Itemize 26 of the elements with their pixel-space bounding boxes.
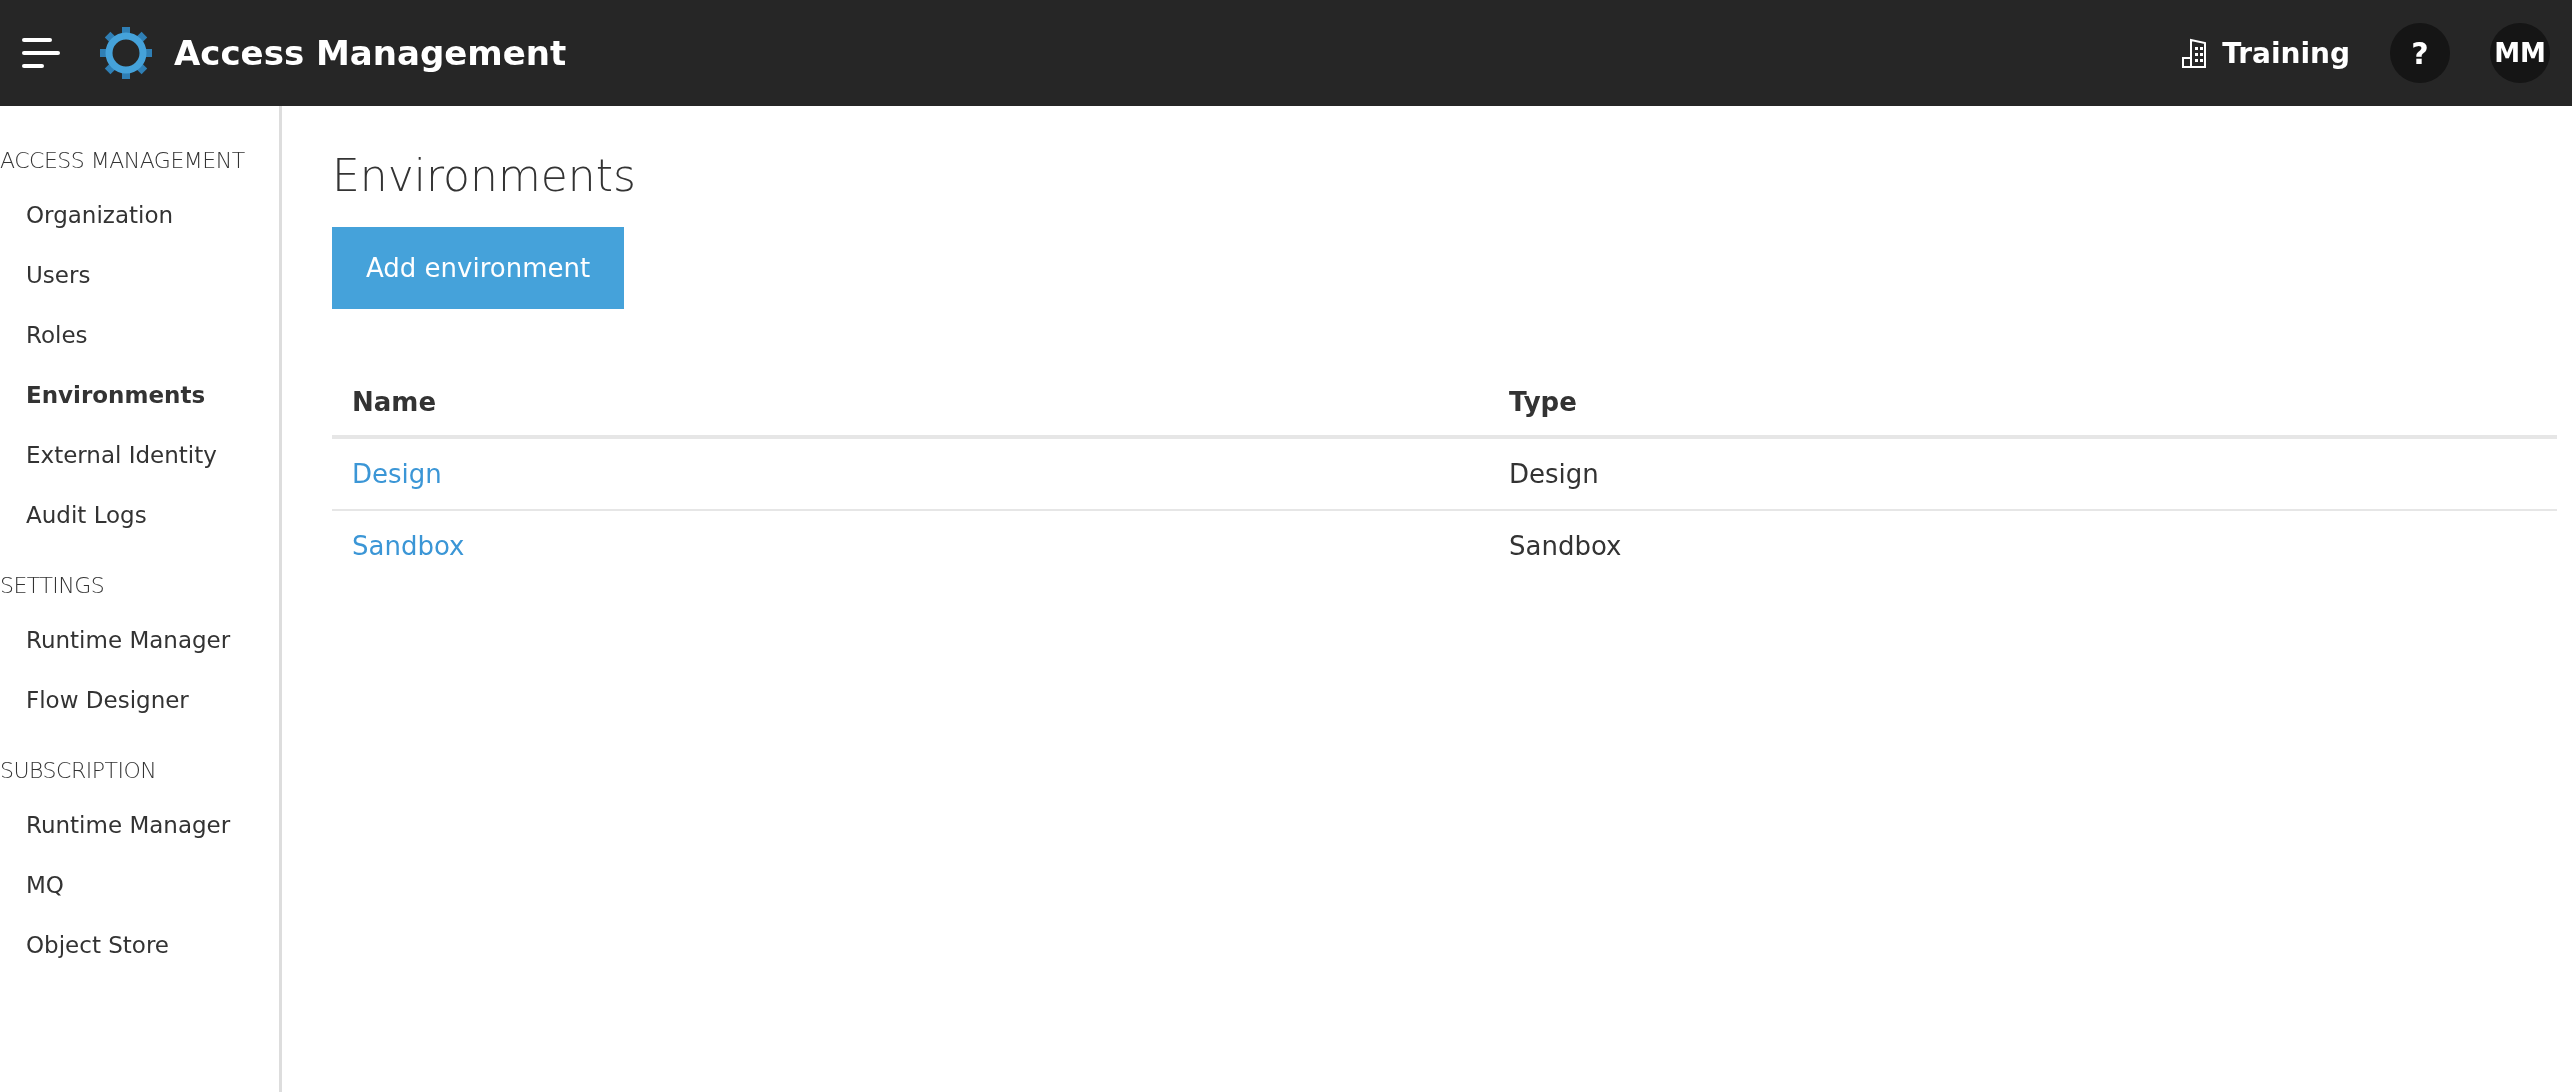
sidebar-item[interactable]: Environments	[0, 365, 279, 425]
sidebar-item[interactable]: External Identity	[0, 425, 279, 485]
sidebar-item[interactable]: Object Store	[0, 915, 279, 975]
page-title: Environments	[332, 150, 637, 201]
sidebar-heading: SUBSCRIPTION	[0, 758, 158, 783]
sidebar-item[interactable]: Audit Logs	[0, 485, 279, 545]
sidebar-item[interactable]: Flow Designer	[0, 670, 279, 730]
sidebar-heading: SETTINGS	[0, 573, 106, 598]
sidebar-item[interactable]: Users	[0, 245, 279, 305]
column-header: Name	[332, 367, 1489, 437]
help-button[interactable]: ?	[2390, 23, 2450, 83]
app-title: Access Management	[174, 33, 567, 73]
sidebar-item[interactable]: Roles	[0, 305, 279, 365]
table-cell: Sandbox	[1489, 510, 2557, 581]
sidebar-item[interactable]: Runtime Manager	[0, 610, 279, 670]
sidebar-heading: ACCESS MANAGEMENT	[0, 148, 246, 173]
building-icon	[2182, 38, 2209, 68]
gear-icon	[100, 27, 152, 79]
table-cell: Design	[1489, 437, 2557, 510]
menu-icon[interactable]	[22, 37, 60, 69]
sidebar-item[interactable]: Organization	[0, 185, 279, 245]
column-header: Type	[1489, 367, 2557, 437]
sidebar-item[interactable]: MQ	[0, 855, 279, 915]
sidebar-item[interactable]: Runtime Manager	[0, 795, 279, 855]
environment-switcher[interactable]: Training	[2182, 36, 2350, 70]
user-avatar[interactable]: MM	[2490, 23, 2550, 83]
